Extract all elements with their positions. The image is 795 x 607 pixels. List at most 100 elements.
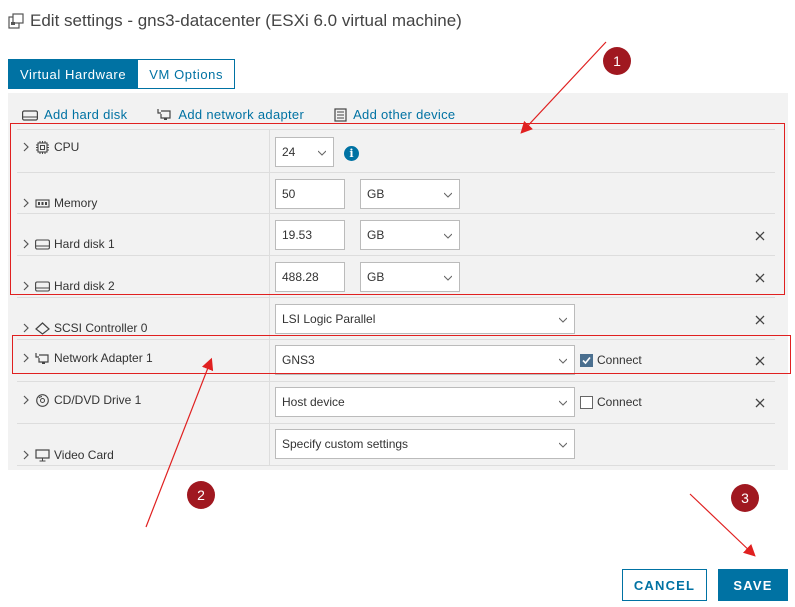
cd-dvd-connect-checkbox[interactable]: Connect — [580, 395, 642, 409]
network-connect-label: Connect — [597, 353, 642, 367]
video-card-select[interactable]: Specify custom settings — [275, 429, 575, 459]
remove-scsi-icon[interactable] — [754, 314, 766, 326]
chevron-down-icon — [444, 275, 452, 281]
dialog-title: Edit settings - gns3-datacenter (ESXi 6.… — [30, 11, 462, 30]
hard-disk-icon — [35, 238, 50, 250]
remove-hard-disk-1-icon[interactable] — [754, 230, 766, 242]
network-adapter-label: Network Adapter 1 — [54, 351, 153, 365]
checkbox-unchecked[interactable] — [580, 395, 593, 409]
hard-disk-1-size-input[interactable]: 19.53 — [275, 220, 345, 250]
chevron-down-icon — [318, 150, 326, 156]
hard-disk-1-unit-value: GB — [367, 228, 385, 242]
add-hard-disk-label: Add hard disk — [44, 107, 128, 122]
callout-3: 3 — [731, 484, 759, 512]
add-device-bar: Add hard disk Add network adapter Add ot… — [22, 107, 455, 122]
row-video-card-label-cell[interactable]: Video Card — [17, 424, 270, 465]
add-other-device-link[interactable]: Add other device — [334, 107, 455, 122]
scsi-label: SCSI Controller 0 — [54, 321, 148, 335]
row-cpu: CPU 24 i — [17, 130, 775, 173]
chevron-right-icon[interactable] — [21, 353, 31, 363]
remove-hard-disk-2-icon[interactable] — [754, 272, 766, 284]
chevron-down-icon — [559, 442, 567, 448]
row-cpu-label-cell[interactable]: CPU — [17, 130, 270, 172]
checkbox-checked[interactable] — [580, 353, 593, 367]
row-network-adapter-label-cell[interactable]: Network Adapter 1 — [17, 340, 270, 381]
memory-unit-select[interactable]: GB — [360, 179, 460, 209]
cd-dvd-connect-label: Connect — [597, 395, 642, 409]
remove-network-adapter-icon[interactable] — [754, 355, 766, 367]
row-scsi-label-cell[interactable]: SCSI Controller 0 — [17, 298, 270, 339]
row-hard-disk-2-label-cell[interactable]: Hard disk 2 — [17, 256, 270, 297]
row-hard-disk-2: Hard disk 2 488.28 GB — [17, 256, 775, 298]
row-memory-label-cell[interactable]: Memory — [17, 173, 270, 213]
add-hard-disk-link[interactable]: Add hard disk — [22, 107, 127, 122]
row-video-card: Video Card Specify custom settings — [17, 424, 775, 466]
cd-dvd-value: Host device — [282, 395, 345, 409]
chevron-right-icon[interactable] — [21, 395, 31, 405]
dialog-title-bar: Edit settings - gns3-datacenter (ESXi 6.… — [8, 9, 462, 33]
cpu-icon — [36, 140, 49, 154]
chevron-right-icon[interactable] — [21, 450, 31, 460]
network-select[interactable]: GNS3 — [275, 345, 575, 375]
cd-dvd-select[interactable]: Host device — [275, 387, 575, 417]
cd-dvd-icon — [36, 393, 49, 407]
row-hard-disk-1-label-cell[interactable]: Hard disk 1 — [17, 214, 270, 255]
cpu-label: CPU — [54, 140, 80, 154]
callout-2: 2 — [187, 481, 215, 509]
hard-disk-2-size-input[interactable]: 488.28 — [275, 262, 345, 292]
info-icon[interactable]: i — [344, 146, 359, 161]
add-other-device-label: Add other device — [353, 107, 456, 122]
tab-virtual-hardware[interactable]: Virtual Hardware — [8, 59, 139, 89]
chevron-right-icon[interactable] — [21, 239, 31, 249]
monitor-icon — [35, 448, 50, 461]
scsi-controller-icon — [35, 321, 50, 335]
memory-label: Memory — [54, 196, 98, 210]
add-network-adapter-link[interactable]: Add network adapter — [157, 107, 304, 122]
cpu-count-select[interactable]: 24 — [275, 137, 334, 167]
chevron-down-icon — [444, 192, 452, 198]
hard-disk-1-size-value: 19.53 — [282, 228, 313, 242]
hard-disk-2-size-value: 488.28 — [282, 270, 319, 284]
video-card-label: Video Card — [54, 448, 114, 462]
chevron-down-icon — [559, 317, 567, 323]
chevron-right-icon[interactable] — [21, 142, 31, 152]
memory-size-value: 50 — [282, 187, 296, 201]
cancel-button[interactable]: CANCEL — [622, 569, 707, 601]
hard-disk-2-label: Hard disk 2 — [54, 279, 115, 293]
tab-bar: Virtual Hardware VM Options — [8, 59, 236, 89]
row-cd-dvd-label-cell[interactable]: CD/DVD Drive 1 — [17, 382, 270, 423]
tab-vm-options[interactable]: VM Options — [138, 59, 236, 89]
hard-disk-2-unit-select[interactable]: GB — [360, 262, 460, 292]
row-cd-dvd-1: CD/DVD Drive 1 Host device Connect — [17, 382, 775, 424]
hardware-grid: CPU 24 i Memory 50 GB Hard disk 1 19.53 … — [17, 129, 775, 466]
memory-icon — [35, 198, 50, 208]
hard-disk-1-label: Hard disk 1 — [54, 237, 115, 251]
callout-1: 1 — [603, 47, 631, 75]
scsi-type-select[interactable]: LSI Logic Parallel — [275, 304, 575, 334]
hard-disk-1-unit-select[interactable]: GB — [360, 220, 460, 250]
video-card-value: Specify custom settings — [282, 437, 409, 451]
vm-edit-icon — [8, 13, 24, 29]
row-scsi-controller: SCSI Controller 0 LSI Logic Parallel — [17, 298, 775, 340]
row-hard-disk-1: Hard disk 1 19.53 GB — [17, 214, 775, 256]
memory-unit-value: GB — [367, 187, 385, 201]
remove-cd-dvd-icon[interactable] — [754, 397, 766, 409]
network-adapter-icon — [35, 352, 49, 364]
save-button[interactable]: SAVE — [718, 569, 788, 601]
scsi-type-value: LSI Logic Parallel — [282, 312, 376, 326]
chevron-right-icon[interactable] — [21, 198, 31, 208]
chevron-down-icon — [559, 400, 567, 406]
hard-disk-icon — [22, 109, 38, 121]
chevron-right-icon[interactable] — [21, 323, 31, 333]
hard-disk-2-unit-value: GB — [367, 270, 385, 284]
chevron-down-icon — [444, 233, 452, 239]
cpu-count-value: 24 — [282, 145, 296, 159]
other-device-icon — [334, 107, 347, 122]
cd-dvd-label: CD/DVD Drive 1 — [54, 393, 142, 407]
hard-disk-icon — [35, 280, 50, 292]
chevron-down-icon — [559, 358, 567, 364]
memory-size-input[interactable]: 50 — [275, 179, 345, 209]
chevron-right-icon[interactable] — [21, 281, 31, 291]
network-value: GNS3 — [282, 353, 315, 367]
network-connect-checkbox[interactable]: Connect — [580, 353, 642, 367]
